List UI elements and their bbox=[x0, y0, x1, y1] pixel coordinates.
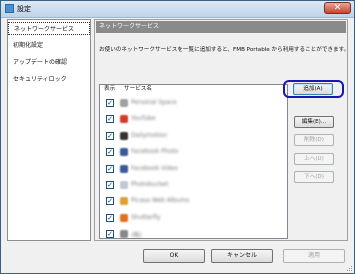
service-row[interactable]: ✓ YouTube bbox=[100, 111, 287, 128]
service-icon bbox=[120, 148, 128, 157]
column-header-service-name[interactable]: サービス名 bbox=[124, 85, 152, 94]
sidebar-item-initialization[interactable]: 初期化設定 bbox=[8, 39, 90, 52]
service-icon bbox=[120, 99, 128, 107]
service-row[interactable]: ✓ Shutterfly bbox=[100, 210, 287, 227]
close-button[interactable]: ✕ bbox=[324, 2, 351, 14]
show-checkbox[interactable]: ✓ bbox=[106, 197, 114, 206]
list-header: 表示 サービス名 bbox=[100, 85, 287, 94]
service-row[interactable]: ✓ Facebook Photo bbox=[100, 144, 287, 161]
service-name: Facebook Photo bbox=[131, 148, 179, 156]
category-sidebar: ネットワークサービス 初期化設定 アップデートの確認 セキュリティロック bbox=[7, 19, 91, 241]
service-icon bbox=[120, 213, 128, 222]
service-name: Dailymotion bbox=[131, 131, 168, 139]
window-title: 設定 bbox=[17, 5, 31, 13]
panel-title: ネットワークサービス bbox=[96, 21, 346, 33]
move-up-button[interactable]: 上へ(U) bbox=[294, 153, 334, 165]
service-icon bbox=[120, 131, 128, 140]
show-checkbox[interactable]: ✓ bbox=[106, 148, 114, 157]
delete-button[interactable]: 削除(D) bbox=[294, 134, 334, 146]
service-name: Picasa Web Albums bbox=[131, 197, 190, 205]
settings-window: 設定 ✕ ネットワークサービス 初期化設定 アップデートの確認 セキュリティロッ… bbox=[0, 0, 355, 274]
apply-button[interactable]: 適用 bbox=[283, 249, 345, 263]
show-checkbox[interactable]: ✓ bbox=[106, 181, 114, 189]
sidebar-item-network-services[interactable]: ネットワークサービス bbox=[8, 22, 90, 35]
service-name: Photobucket bbox=[131, 181, 169, 188]
panel-description: お使いのネットワークサービスを一覧に追加すると、FMB Portable から利… bbox=[99, 47, 350, 53]
service-row[interactable]: ✓ Dailymotion bbox=[100, 128, 287, 145]
service-icon bbox=[120, 115, 128, 124]
resize-grip-icon[interactable] bbox=[345, 264, 353, 272]
edit-button[interactable]: 編集(E)... bbox=[294, 116, 334, 128]
service-name: Facebook Video bbox=[131, 164, 178, 172]
show-checkbox[interactable]: ✓ bbox=[106, 131, 114, 140]
move-down-button[interactable]: 下へ(D) bbox=[294, 171, 334, 183]
show-checkbox[interactable]: ✓ bbox=[106, 115, 114, 124]
service-name: Personal Space bbox=[131, 99, 177, 106]
service-name: (株) bbox=[131, 232, 142, 240]
service-row[interactable]: ✓ (株) bbox=[100, 226, 287, 243]
show-checkbox[interactable]: ✓ bbox=[106, 230, 114, 239]
service-row[interactable]: ✓ Personal Space bbox=[100, 95, 287, 112]
title-bar[interactable]: 設定 ✕ bbox=[1, 1, 354, 18]
sidebar-item-security-lock[interactable]: セキュリティロック bbox=[8, 73, 90, 86]
service-row[interactable]: ✓ Photobucket bbox=[100, 177, 287, 194]
sidebar-item-update-check[interactable]: アップデートの確認 bbox=[8, 56, 90, 69]
app-icon bbox=[5, 4, 14, 13]
service-icon bbox=[120, 181, 128, 189]
show-checkbox[interactable]: ✓ bbox=[106, 213, 114, 222]
ok-button[interactable]: OK bbox=[143, 249, 205, 263]
dialog-body: ネットワークサービス 初期化設定 アップデートの確認 セキュリティロック ネット… bbox=[7, 19, 350, 269]
service-name: YouTube bbox=[131, 115, 156, 123]
service-icon bbox=[120, 164, 128, 173]
service-icon bbox=[120, 230, 128, 239]
service-row[interactable]: ✓ Picasa Web Albums bbox=[100, 193, 287, 210]
service-row[interactable]: ✓ Facebook Video bbox=[100, 161, 287, 178]
service-name: Shutterfly bbox=[131, 213, 161, 221]
service-icon bbox=[120, 197, 128, 206]
add-button[interactable]: 追加(A) bbox=[293, 83, 333, 95]
cancel-button[interactable]: キャンセル bbox=[211, 249, 273, 263]
show-checkbox[interactable]: ✓ bbox=[106, 99, 114, 107]
column-header-display[interactable]: 表示 bbox=[104, 85, 115, 94]
settings-panel: ネットワークサービス お使いのネットワークサービスを一覧に追加すると、FMB P… bbox=[94, 19, 350, 241]
show-checkbox[interactable]: ✓ bbox=[106, 164, 114, 173]
service-list[interactable]: 表示 サービス名 ✓ Personal Space ✓ YouTube ✓ Dailymo… bbox=[99, 84, 288, 239]
